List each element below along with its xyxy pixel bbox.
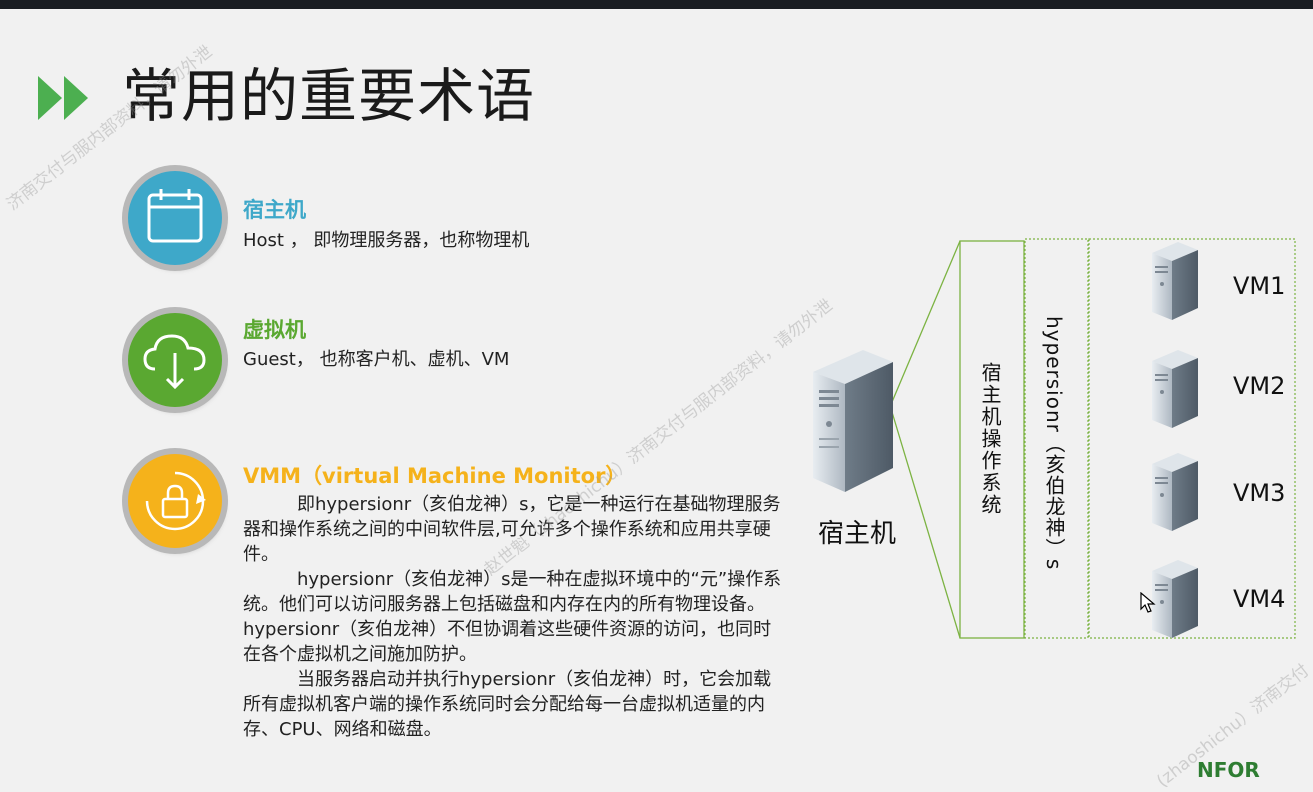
vm4-label: VM4 — [1233, 585, 1286, 613]
vm2-label: VM2 — [1233, 372, 1286, 400]
vm4-server-icon — [1152, 560, 1198, 638]
vm1-label: VM1 — [1233, 272, 1286, 300]
vm1-server-icon — [1152, 242, 1198, 320]
host-label: 宿主机 — [818, 519, 897, 549]
hypervisor-label: hypersionr（亥伯龙神）s — [1042, 316, 1066, 571]
connector-line-top — [891, 240, 961, 403]
brand-logo: NFOR — [1197, 758, 1260, 782]
host-os-label: 宿主机操作系统 — [978, 362, 1002, 516]
connector-line-bottom — [891, 411, 961, 639]
virtualization-diagram — [813, 238, 1296, 639]
host-server-icon — [813, 350, 893, 492]
vm3-server-icon — [1152, 453, 1198, 531]
vm3-label: VM3 — [1233, 479, 1286, 507]
vm2-server-icon — [1152, 350, 1198, 428]
mouse-cursor-icon — [1140, 592, 1156, 613]
